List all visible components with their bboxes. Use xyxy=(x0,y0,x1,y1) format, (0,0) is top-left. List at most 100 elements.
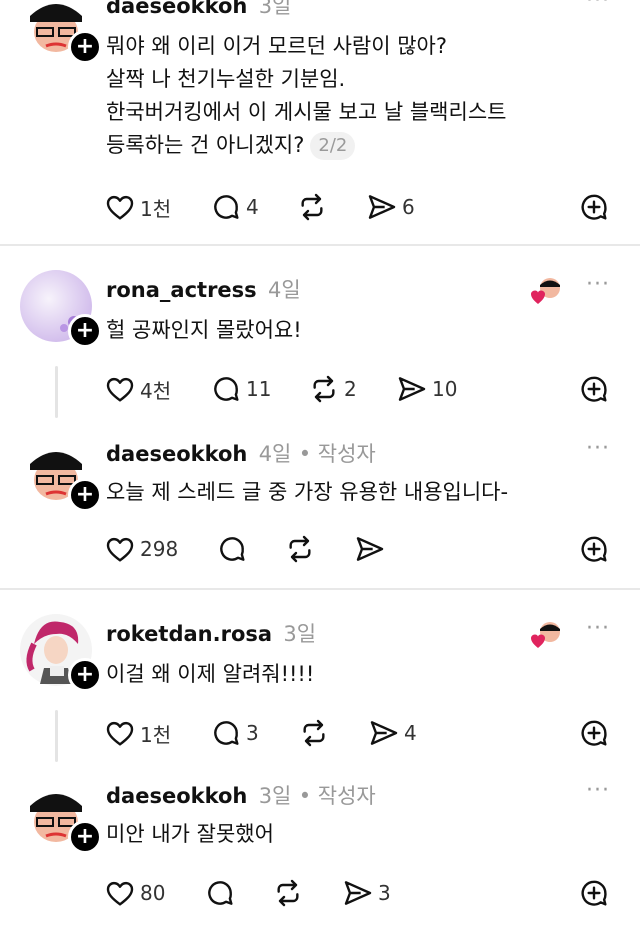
save-button[interactable] xyxy=(578,372,610,406)
comment-icon xyxy=(214,721,239,745)
username[interactable]: daeseokkoh xyxy=(106,442,247,466)
send-icon xyxy=(398,377,426,401)
share-count: 4 xyxy=(404,721,417,745)
share-button[interactable]: 10 xyxy=(396,372,457,406)
like-button[interactable]: 298 xyxy=(104,532,178,566)
share-button[interactable]: 6 xyxy=(366,190,415,224)
username[interactable]: daeseokkoh xyxy=(106,0,247,18)
timestamp: 3일 xyxy=(258,0,292,18)
more-options-button[interactable]: ··· xyxy=(586,272,610,297)
repost-icon xyxy=(303,719,325,747)
repost-button[interactable] xyxy=(298,716,330,750)
comment-button[interactable]: 11 xyxy=(210,372,271,406)
timestamp: 3일 xyxy=(283,622,317,646)
follow-button[interactable]: + xyxy=(68,820,102,854)
comment-button[interactable]: 3 xyxy=(210,716,259,750)
add-circle-icon xyxy=(581,376,607,402)
save-button[interactable] xyxy=(578,876,610,910)
avatar[interactable]: + xyxy=(20,270,102,348)
comment-button[interactable] xyxy=(204,876,236,910)
comment-icon xyxy=(208,881,233,905)
author-tag: • 작성자 xyxy=(298,784,376,808)
comment-icon xyxy=(220,537,245,561)
repost-icon xyxy=(289,535,311,563)
comment-count: 11 xyxy=(246,377,272,401)
username[interactable]: daeseokkoh xyxy=(106,784,247,808)
action-bar: 298 xyxy=(104,532,624,566)
comment-button[interactable]: 4 xyxy=(210,190,259,224)
like-count: 1천 xyxy=(140,196,172,221)
save-button[interactable] xyxy=(578,190,610,224)
like-count: 80 xyxy=(140,881,166,905)
action-bar: 80 3 xyxy=(104,876,624,910)
repost-button[interactable] xyxy=(284,532,316,566)
follow-button[interactable]: + xyxy=(68,30,102,64)
repost-button[interactable] xyxy=(272,876,304,910)
thread-line xyxy=(55,710,58,762)
share-button[interactable]: 4 xyxy=(368,716,417,750)
post-header: daeseokkoh 3일 xyxy=(106,0,291,20)
author-liked-icon xyxy=(530,276,560,304)
repost-button[interactable] xyxy=(296,190,332,224)
post-text: 오늘 제 스레드 글 중 가장 유용한 내용입니다- xyxy=(106,480,509,504)
send-icon xyxy=(356,537,384,561)
post-header: daeseokkoh 4일 • 작성자 xyxy=(106,438,376,468)
send-icon xyxy=(344,881,372,905)
page-indicator: 2/2 xyxy=(310,132,356,160)
timestamp: 4일 xyxy=(267,278,301,302)
repost-icon xyxy=(313,375,335,403)
heart-icon xyxy=(106,881,134,906)
follow-button[interactable]: + xyxy=(68,314,102,348)
comment-button[interactable] xyxy=(216,532,248,566)
more-options-button[interactable]: ··· xyxy=(586,778,610,803)
divider xyxy=(0,588,640,590)
post-header: rona_actress 4일 xyxy=(106,274,301,304)
post-header: daeseokkoh 3일 • 작성자 xyxy=(106,780,376,810)
like-button[interactable]: 4천 xyxy=(104,372,171,406)
divider xyxy=(0,244,640,246)
save-button[interactable] xyxy=(578,532,610,566)
follow-button[interactable]: + xyxy=(68,658,102,692)
add-circle-icon xyxy=(581,536,607,562)
post-header: roketdan.rosa 3일 xyxy=(106,618,316,648)
repost-button[interactable]: 2 xyxy=(308,372,357,406)
repost-icon xyxy=(301,193,323,221)
author-liked-icon xyxy=(530,620,560,648)
share-button[interactable] xyxy=(354,532,386,566)
share-button[interactable]: 3 xyxy=(342,876,391,910)
add-circle-icon xyxy=(581,194,607,220)
post-text: 헐 공짜인지 몰랐어요! xyxy=(106,318,302,342)
heart-icon xyxy=(106,195,134,220)
follow-button[interactable]: + xyxy=(68,478,102,512)
post-text: 이걸 왜 이제 알려줘!!!! xyxy=(106,662,315,686)
add-circle-icon xyxy=(581,720,607,746)
like-button[interactable]: 80 xyxy=(104,876,165,910)
more-options-button[interactable]: ··· xyxy=(586,0,610,13)
author-tag: • 작성자 xyxy=(298,442,376,466)
username[interactable]: rona_actress xyxy=(106,278,257,302)
comment-icon xyxy=(214,195,239,219)
avatar[interactable]: + xyxy=(20,776,102,854)
save-button[interactable] xyxy=(578,716,610,750)
avatar[interactable]: + xyxy=(20,0,102,64)
more-options-button[interactable]: ··· xyxy=(586,616,610,641)
post-text: 뭐야 왜 이리 이거 모르던 사람이 많아? 살짝 나 천기누설한 기분임. 한… xyxy=(106,30,606,162)
send-icon xyxy=(370,721,398,745)
more-options-button[interactable]: ··· xyxy=(586,436,610,461)
like-count: 1천 xyxy=(140,722,172,747)
avatar[interactable]: + xyxy=(20,614,102,692)
like-button[interactable]: 1천 xyxy=(104,190,171,224)
thread-line xyxy=(55,366,58,418)
heart-icon xyxy=(106,721,134,746)
avatar[interactable]: + xyxy=(20,434,102,512)
like-button[interactable]: 1천 xyxy=(104,716,171,750)
heart-icon xyxy=(106,537,134,562)
post-body: 뭐야 왜 이리 이거 모르던 사람이 많아? 살짝 나 천기누설한 기분임. 한… xyxy=(106,34,507,157)
send-icon xyxy=(368,195,396,219)
repost-icon xyxy=(277,879,299,907)
username[interactable]: roketdan.rosa xyxy=(106,622,272,646)
action-bar: 1천 3 4 xyxy=(104,716,624,750)
action-bar: 1천 4 6 xyxy=(104,190,624,224)
comment-count: 4 xyxy=(246,195,259,219)
post-text: 미안 내가 잘못했어 xyxy=(106,822,274,846)
